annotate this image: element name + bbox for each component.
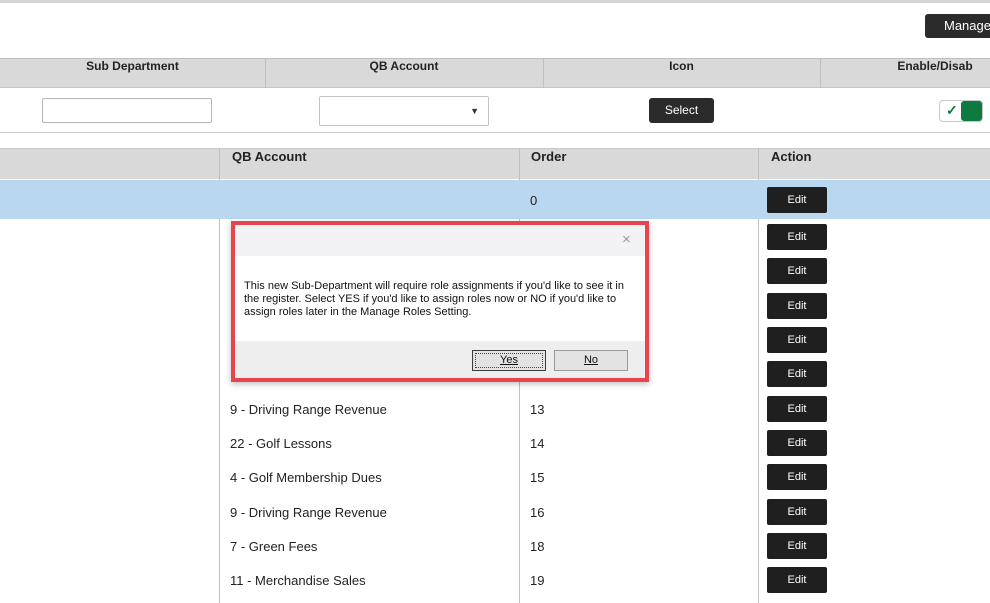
column-header-sub-department: Sub Department — [86, 59, 179, 73]
qb-account-cell: 7 - Green Fees — [230, 539, 318, 554]
icon-select-button[interactable]: Select — [649, 98, 714, 123]
caret-down-icon: ▼ — [470, 106, 479, 116]
edit-button[interactable]: Edit — [767, 361, 827, 387]
selected-table-row[interactable]: 0 Edit — [0, 180, 990, 219]
qb-account-cell: 4 - Golf Membership Dues — [230, 470, 382, 485]
column-header-qb-account: QB Account — [369, 59, 439, 73]
edit-button[interactable]: Edit — [767, 464, 827, 490]
top-border — [0, 0, 990, 3]
sub-department-input[interactable] — [42, 98, 212, 123]
dialog-body: This new Sub-Department will require rol… — [235, 256, 645, 341]
add-form-header: Sub Department QB Account Icon Enable/Di… — [0, 58, 990, 88]
qb-account-cell: 22 - Golf Lessons — [230, 436, 332, 451]
order-cell: 15 — [530, 470, 545, 485]
order-cell: 14 — [530, 436, 545, 451]
close-icon[interactable]: × — [622, 231, 631, 248]
edit-button[interactable]: Edit — [767, 187, 827, 213]
manage-button[interactable]: Manage — [925, 14, 990, 38]
no-button[interactable]: No — [554, 350, 628, 371]
yes-button[interactable]: Yes — [472, 350, 546, 371]
add-form-row: ▼ Select ✓ — [0, 88, 990, 133]
column-header-order: Order — [531, 149, 567, 164]
order-cell: 13 — [530, 402, 545, 417]
edit-button[interactable]: Edit — [767, 327, 827, 353]
enable-toggle[interactable]: ✓ — [939, 100, 983, 122]
edit-button[interactable]: Edit — [767, 499, 827, 525]
dialog-titlebar: × — [235, 225, 645, 256]
order-cell: 19 — [530, 573, 545, 588]
dialog-footer: Yes No — [235, 341, 645, 378]
qb-account-cell: 9 - Driving Range Revenue — [230, 505, 387, 520]
edit-button[interactable]: Edit — [767, 430, 827, 456]
column-header-action: Action — [771, 149, 812, 164]
edit-button[interactable]: Edit — [767, 396, 827, 422]
role-assignment-dialog: × This new Sub-Department will require r… — [231, 221, 649, 382]
check-icon: ✓ — [946, 102, 958, 118]
edit-button[interactable]: Edit — [767, 224, 827, 250]
edit-button[interactable]: Edit — [767, 567, 827, 593]
order-cell: 16 — [530, 505, 545, 520]
column-header-icon: Icon — [669, 59, 694, 73]
list-header: QB Account Order Action — [0, 148, 990, 179]
edit-button[interactable]: Edit — [767, 533, 827, 559]
column-header-enable-disable: Enable/Disab — [897, 59, 973, 73]
order-cell: 0 — [530, 193, 538, 208]
toggle-knob — [961, 101, 982, 121]
column-header-qb-account: QB Account — [232, 149, 307, 164]
qb-account-cell: 9 - Driving Range Revenue — [230, 402, 387, 417]
dialog-message: This new Sub-Department will require rol… — [244, 280, 624, 318]
edit-button[interactable]: Edit — [767, 258, 827, 284]
order-cell: 18 — [530, 539, 545, 554]
qb-account-cell: 11 - Merchandise Sales — [230, 573, 366, 588]
qb-account-select[interactable]: ▼ — [319, 96, 489, 126]
edit-button[interactable]: Edit — [767, 293, 827, 319]
